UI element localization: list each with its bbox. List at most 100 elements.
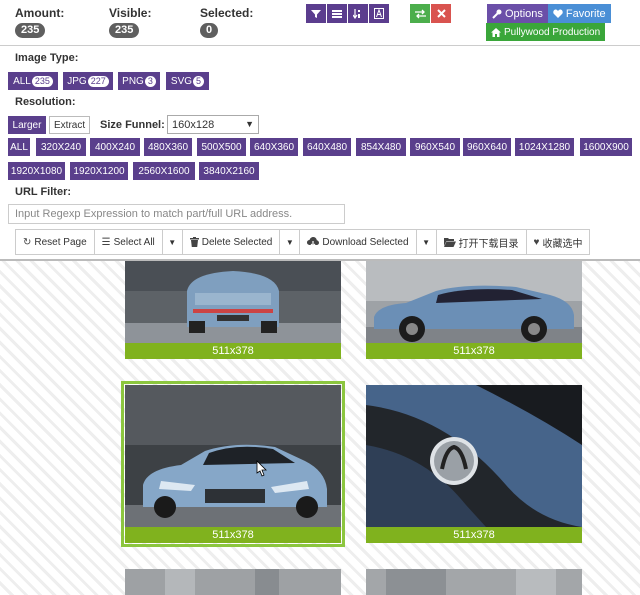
heart-icon <box>553 9 563 18</box>
download-dropdown-toggle[interactable]: ▼ <box>417 230 437 254</box>
resolution-button[interactable]: 3840X2160 <box>199 162 259 180</box>
resolution-button[interactable]: 320X240 <box>36 138 86 156</box>
resolution-button[interactable]: 500X500 <box>197 138 246 156</box>
type-svg-button[interactable]: SVG 5 <box>166 72 209 90</box>
resolution-button[interactable]: 1024X1280 <box>515 138 574 156</box>
favorite-selected-button[interactable]: ♥ 收藏选中 <box>527 230 590 254</box>
type-jpg-button[interactable]: JPG 227 <box>63 72 113 90</box>
image-card[interactable]: 511x378 <box>366 261 582 359</box>
image-size-caption: 511x378 <box>125 343 341 359</box>
amount-count: 235 <box>15 23 46 38</box>
list-icon <box>332 9 342 18</box>
image-size-caption: 511x378 <box>125 527 341 543</box>
pullywood-production-button[interactable]: Pullywood Production <box>486 23 606 41</box>
visible-label: Visible: <box>109 6 152 20</box>
selected-count: 0 <box>200 23 219 38</box>
url-filter-label: URL Filter: <box>15 186 72 198</box>
car-side-thumbnail <box>366 261 582 343</box>
sort-button[interactable] <box>348 4 368 23</box>
car-badge-thumbnail <box>366 385 582 527</box>
caret-down-icon: ▼ <box>168 237 177 247</box>
close-button[interactable] <box>431 4 451 23</box>
resolution-button[interactable]: 400X240 <box>90 138 140 156</box>
resolution-button[interactable]: 640X480 <box>303 138 351 156</box>
type-count-badge: 227 <box>87 75 109 87</box>
select-dropdown-toggle[interactable]: ▼ <box>163 230 183 254</box>
size-funnel-select[interactable]: 160x128 ▼ <box>167 115 259 134</box>
folder-open-icon <box>443 238 456 247</box>
top-stats-bar: Amount: 235 Visible: 235 Selected: 0 Opt… <box>0 0 640 46</box>
extract-toggle[interactable]: Extract <box>49 116 91 134</box>
image-card[interactable]: 511x378 <box>366 385 582 543</box>
resolution-button[interactable]: 1920X1200 <box>70 162 128 180</box>
production-label: Pullywood Production <box>504 26 601 38</box>
partial-thumbnail <box>125 569 341 595</box>
resolution-button[interactable]: 854X480 <box>356 138 406 156</box>
larger-toggle[interactable]: Larger <box>8 116 46 134</box>
type-png-button[interactable]: PNG 3 <box>118 72 160 90</box>
favorite-selected-label: 收藏选中 <box>542 238 583 250</box>
options-button[interactable]: Options <box>487 4 548 23</box>
image-gallery: 511x378 511x378 511x378 511x378 <box>0 259 640 595</box>
delete-dropdown-toggle[interactable]: ▼ <box>280 230 301 254</box>
open-folder-label: 打开下载目录 <box>458 238 519 250</box>
resolution-button[interactable]: 1920X1080 <box>8 162 65 180</box>
type-label: PNG <box>122 75 144 87</box>
filter-button[interactable] <box>306 4 326 23</box>
options-label: Options <box>505 7 543 20</box>
list-view-button[interactable] <box>327 4 347 23</box>
open-download-folder-button[interactable]: 打开下载目录 <box>437 230 527 254</box>
heart-icon: ♥ <box>533 236 540 248</box>
wrench-icon <box>492 9 502 19</box>
selected-label: Selected: <box>200 6 254 20</box>
caret-down-icon: ▼ <box>422 237 430 247</box>
image-card[interactable] <box>125 569 341 595</box>
caret-down-icon: ▼ <box>285 237 294 247</box>
image-type-label: Image Type: <box>15 52 79 64</box>
text-size-button[interactable] <box>369 4 389 23</box>
resolution-button[interactable]: 480X360 <box>144 138 192 156</box>
select-all-button[interactable]: ☰ Select All <box>95 230 163 254</box>
image-card[interactable]: 511x378 <box>125 261 341 359</box>
resolution-button[interactable]: 1600X900 <box>580 138 632 156</box>
trash-icon <box>189 237 199 247</box>
resolution-button[interactable]: 960X640 <box>463 138 511 156</box>
resolution-button[interactable]: 960X540 <box>410 138 460 156</box>
size-funnel-label: Size Funnel: <box>100 119 165 131</box>
list-icon: ☰ <box>101 236 111 248</box>
type-all-button[interactable]: ALL 235 <box>8 72 58 90</box>
close-icon <box>436 9 446 18</box>
home-icon <box>491 27 501 37</box>
image-size-caption: 511x378 <box>366 343 582 359</box>
url-filter-input[interactable]: Input Regexp Expression to match part/fu… <box>8 204 345 224</box>
visible-stat: Visible: 235 <box>109 6 151 38</box>
filter-icon <box>311 9 321 18</box>
image-card[interactable] <box>366 569 582 595</box>
amount-stat: Amount: 235 <box>15 6 64 38</box>
type-count-badge: 3 <box>144 75 156 87</box>
reset-page-button[interactable]: ↻ Reset Page <box>16 230 95 254</box>
cloud-download-icon <box>307 237 320 247</box>
delete-selected-button[interactable]: Delete Selected <box>183 230 281 254</box>
favorite-button[interactable]: Favorite <box>547 4 611 23</box>
resolution-button[interactable]: ALL <box>8 138 30 156</box>
download-selected-button[interactable]: Download Selected <box>300 230 417 254</box>
download-label: Download Selected <box>322 236 409 248</box>
swap-button[interactable] <box>410 4 430 23</box>
type-count-badge: 5 <box>193 75 205 87</box>
image-card-selected[interactable]: 511x378 <box>121 381 345 547</box>
partial-thumbnail <box>366 569 582 595</box>
swap-icon <box>414 9 426 18</box>
options-group: Options Favorite <box>487 4 611 23</box>
type-count-badge: 235 <box>31 75 53 87</box>
font-icon <box>374 8 384 19</box>
visible-count: 235 <box>109 23 140 38</box>
resolution-label: Resolution: <box>15 96 76 108</box>
chevron-down-icon: ▼ <box>245 119 254 129</box>
reset-label: Reset Page <box>34 236 87 248</box>
delete-label: Delete Selected <box>201 236 273 248</box>
select-all-label: Select All <box>113 236 155 248</box>
filter-panel: Image Type: ALL 235 JPG 227 PNG 3 SVG 5 Reso… <box>0 46 640 259</box>
resolution-button[interactable]: 2560X1600 <box>133 162 195 180</box>
resolution-button[interactable]: 640X360 <box>250 138 298 156</box>
